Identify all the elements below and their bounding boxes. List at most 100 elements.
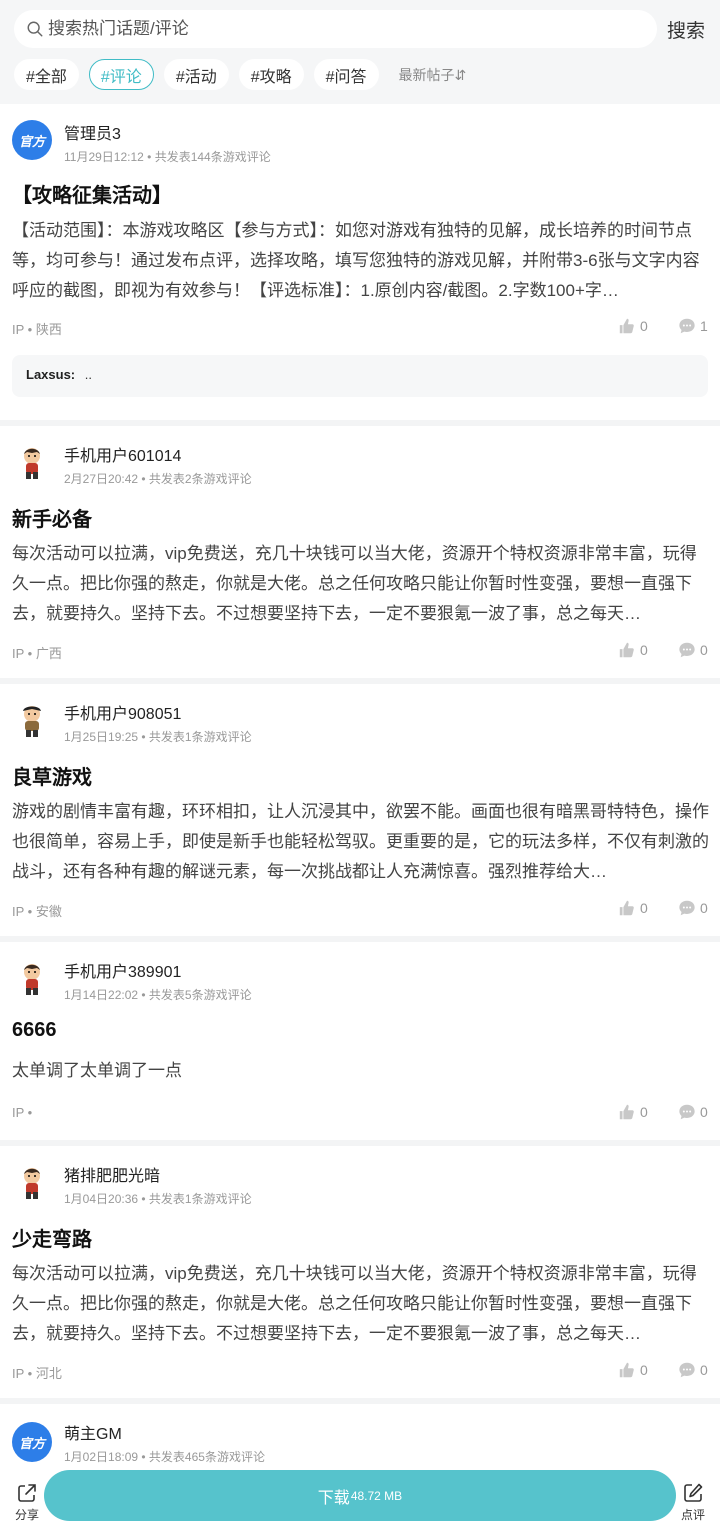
- post-card[interactable]: 官方 管理员3 11月29日12:12 • 共发表144条游戏评论 【攻略征集活…: [0, 104, 720, 420]
- top-bar: 搜索 #全部 #评论 #活动 #攻略 #问答 最新帖子⇵: [0, 0, 720, 104]
- reply-text: ..: [84, 367, 92, 382]
- comment-count: 0: [700, 1362, 708, 1378]
- tag-activity[interactable]: #活动: [163, 59, 229, 90]
- comment-icon: [679, 318, 695, 334]
- username[interactable]: 手机用户601014: [64, 442, 181, 466]
- username[interactable]: 猪排肥肥光暗: [64, 1162, 160, 1186]
- review-label: 点评: [680, 1508, 705, 1522]
- download-size: 48.72 MB: [350, 1488, 403, 1503]
- avatar[interactable]: [12, 700, 52, 740]
- post-card[interactable]: 猪排肥肥光暗 1月04日20:36 • 共发表1条游戏评论 少走弯路 每次活动可…: [0, 1146, 720, 1398]
- username[interactable]: 萌主GM: [64, 1420, 122, 1444]
- comment-icon: [679, 1362, 695, 1378]
- edit-icon: [684, 1483, 703, 1502]
- post-title: 少走弯路: [12, 1229, 92, 1251]
- post-card[interactable]: 手机用户908051 1月25日19:25 • 共发表1条游戏评论 良草游戏 游…: [0, 684, 720, 936]
- comment-icon: [679, 642, 695, 658]
- cartoon-avatar-icon: [23, 706, 41, 737]
- ip-location: IP • 河北: [12, 1366, 62, 1381]
- post-meta: 2月27日20:42 • 共发表2条游戏评论: [64, 472, 252, 486]
- username[interactable]: 手机用户389901: [64, 958, 181, 982]
- sort-dropdown[interactable]: 最新帖子⇵: [399, 65, 467, 85]
- comment-button[interactable]: 1: [678, 317, 708, 335]
- post-card[interactable]: 官方 萌主GM 1月02日18:09 • 共发表465条游戏评论: [0, 1404, 720, 1466]
- username[interactable]: 管理员3: [64, 120, 121, 144]
- tag-all[interactable]: #全部: [14, 59, 79, 90]
- like-button[interactable]: 0: [618, 1361, 648, 1379]
- thumbs-up-icon: [619, 900, 634, 916]
- like-count: 0: [640, 642, 648, 658]
- comment-icon: [679, 900, 695, 916]
- cartoon-avatar-icon: [24, 964, 40, 995]
- review-button[interactable]: 点评: [676, 1482, 710, 1523]
- post-body: 每次活动可以拉满，vip免费送，充几十块钱可以当大佬，资源开个特权资源非常丰富，…: [12, 1264, 697, 1343]
- search-button[interactable]: 搜索: [667, 16, 705, 43]
- search-icon: [27, 21, 43, 37]
- avatar[interactable]: 官方: [12, 1422, 52, 1462]
- thumbs-up-icon: [619, 1104, 634, 1120]
- tag-filter-bar: #全部 #评论 #活动 #攻略 #问答 最新帖子⇵: [14, 59, 466, 90]
- post-title: 6666: [12, 1019, 57, 1041]
- comment-count: 0: [700, 900, 708, 916]
- avatar[interactable]: [12, 1162, 52, 1202]
- comment-button[interactable]: 0: [678, 1103, 708, 1121]
- comment-count: 0: [700, 642, 708, 658]
- post-body: 游戏的剧情丰富有趣，环环相扣，让人沉浸其中，欲罢不能。画面也很有暗黑哥特特色，操…: [12, 802, 709, 881]
- reply-user: Laxsus:: [26, 367, 76, 382]
- like-button[interactable]: 0: [618, 317, 648, 335]
- post-body: 每次活动可以拉满，vip免费送，充几十块钱可以当大佬，资源开个特权资源非常丰富，…: [12, 544, 697, 623]
- bottom-action-bar: 分享 下载 48.72 MB 点评: [0, 1466, 720, 1529]
- ip-location: IP •: [12, 1105, 33, 1120]
- comment-button[interactable]: 0: [678, 1361, 708, 1379]
- share-button[interactable]: 分享: [10, 1482, 44, 1523]
- like-button[interactable]: 0: [618, 1103, 648, 1121]
- avatar[interactable]: 官方: [12, 120, 52, 160]
- search-box[interactable]: [14, 10, 657, 48]
- avatar[interactable]: [12, 958, 52, 998]
- like-button[interactable]: 0: [618, 899, 648, 917]
- like-count: 0: [640, 900, 648, 916]
- search-input[interactable]: [48, 19, 608, 39]
- post-meta: 1月02日18:09 • 共发表465条游戏评论: [64, 1450, 265, 1464]
- post-meta: 1月04日20:36 • 共发表1条游戏评论: [64, 1192, 252, 1206]
- post-footer: IP • 陕西 0 1: [12, 317, 708, 337]
- comment-button[interactable]: 0: [678, 641, 708, 659]
- post-card[interactable]: 手机用户601014 2月27日20:42 • 共发表2条游戏评论 新手必备 每…: [0, 426, 720, 678]
- comment-button[interactable]: 0: [678, 899, 708, 917]
- reply-preview[interactable]: Laxsus: ..: [12, 355, 708, 397]
- download-label: 下载: [317, 1489, 350, 1507]
- post-footer: IP • 0 0: [12, 1103, 708, 1123]
- tag-qa[interactable]: #问答: [313, 59, 379, 90]
- share-icon: [18, 1484, 36, 1502]
- ip-location: IP • 安徽: [12, 904, 62, 919]
- like-count: 0: [640, 1362, 648, 1378]
- post-footer: IP • 安徽 0 0: [12, 899, 708, 919]
- post-meta: 1月14日22:02 • 共发表5条游戏评论: [64, 988, 252, 1002]
- cartoon-avatar-icon: [24, 1168, 40, 1199]
- comment-count: 1: [700, 318, 708, 334]
- post-footer: IP • 广西 0 0: [12, 641, 708, 661]
- post-title: 【攻略征集活动】: [12, 185, 172, 207]
- thumbs-up-icon: [619, 642, 634, 658]
- post-card[interactable]: 手机用户389901 1月14日22:02 • 共发表5条游戏评论 6666 太…: [0, 942, 720, 1140]
- post-body: 太单调了太单调了一点: [12, 1061, 182, 1080]
- cartoon-avatar-icon: [24, 448, 40, 479]
- post-footer: IP • 河北 0 0: [12, 1361, 708, 1381]
- post-meta: 11月29日12:12 • 共发表144条游戏评论: [64, 150, 271, 164]
- share-label: 分享: [14, 1508, 39, 1522]
- like-button[interactable]: 0: [618, 641, 648, 659]
- ip-location: IP • 陕西: [12, 322, 62, 337]
- download-button[interactable]: 下载 48.72 MB: [44, 1470, 676, 1521]
- like-count: 0: [640, 318, 648, 334]
- tag-guide[interactable]: #攻略: [238, 59, 304, 90]
- username[interactable]: 手机用户908051: [64, 700, 181, 724]
- post-meta: 1月25日19:25 • 共发表1条游戏评论: [64, 730, 252, 744]
- post-title: 良草游戏: [12, 767, 92, 789]
- ip-location: IP • 广西: [12, 646, 62, 661]
- comment-icon: [679, 1104, 695, 1120]
- like-count: 0: [640, 1104, 648, 1120]
- tag-review[interactable]: #评论: [88, 59, 154, 90]
- thumbs-up-icon: [619, 1362, 634, 1378]
- thumbs-up-icon: [619, 318, 634, 334]
- avatar[interactable]: [12, 442, 52, 482]
